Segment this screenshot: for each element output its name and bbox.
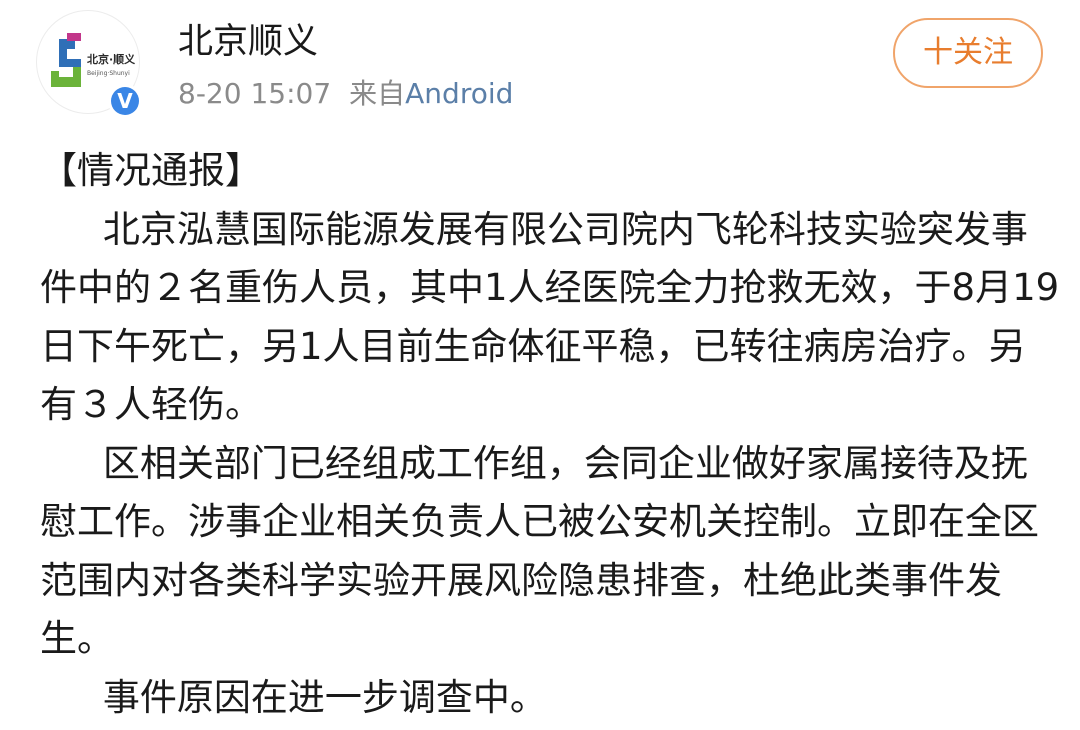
- post-paragraph-1: 北京泓慧国际能源发展有限公司院内飞轮科技实验突发事件中的２名重伤人员，其中1人经…: [40, 207, 1060, 427]
- post-paragraph-2: 区相关部门已经组成工作组，会同企业做好家属接待及抚慰工作。涉事企业相关负责人已被…: [40, 441, 1039, 661]
- source-prefix: 来自: [349, 77, 406, 110]
- post-paragraph-3: 事件原因在进一步调查中。: [102, 675, 547, 719]
- follow-button[interactable]: 十关注: [893, 18, 1043, 88]
- verified-badge-icon: V: [108, 84, 142, 118]
- logo-text: 北京·顺义: [87, 52, 136, 66]
- verified-mark: V: [111, 87, 139, 115]
- source-link[interactable]: Android: [405, 77, 513, 110]
- account-name[interactable]: 北京顺义: [178, 20, 318, 64]
- post-timestamp: 8-20 15:07: [178, 77, 332, 110]
- logo-subtext: Beijing·Shunyi: [87, 70, 130, 77]
- post-meta: 8-20 15:07 来自Android: [178, 74, 513, 114]
- post-body: 【情况通报】 北京泓慧国际能源发展有限公司院内飞轮科技实验突发事件中的２名重伤人…: [40, 142, 1060, 727]
- post-header: 北京·顺义 Beijing·Shunyi V 北京顺义 8-20 15:07 来自…: [0, 0, 1080, 130]
- post-title: 【情况通报】: [40, 149, 262, 192]
